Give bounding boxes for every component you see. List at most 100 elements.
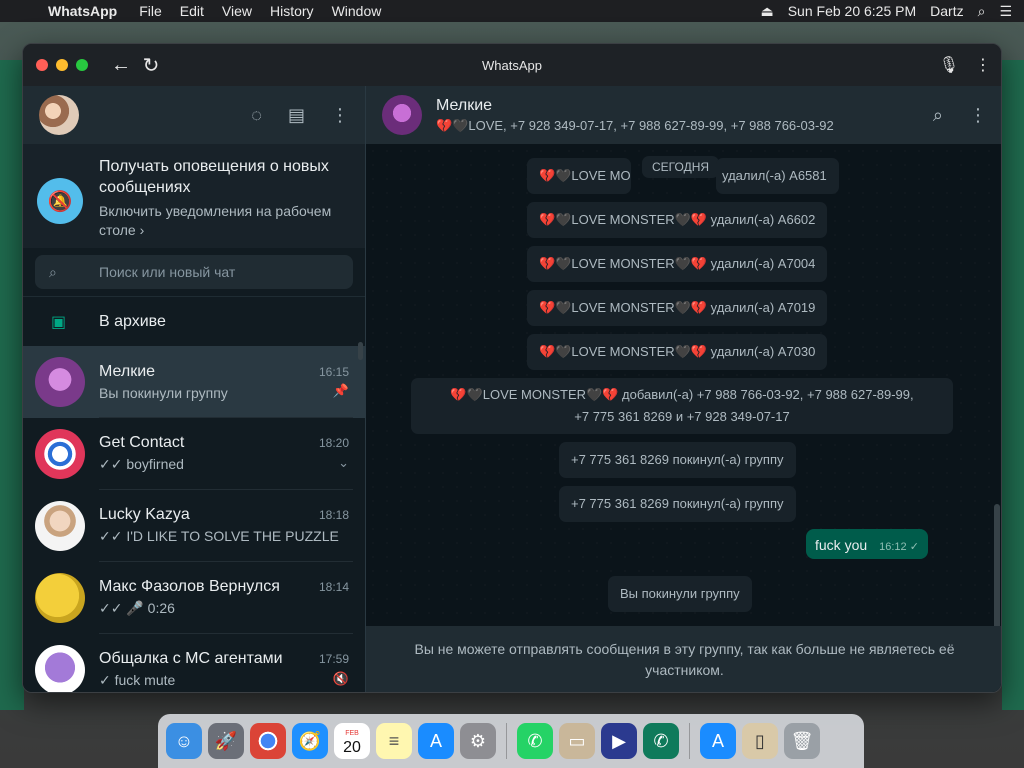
window-controls bbox=[36, 59, 88, 71]
search-messages-icon[interactable]: ⌕ bbox=[933, 105, 943, 126]
group-members: 💔🖤LOVE, +7 928 349-07-17, +7 988 627-89-… bbox=[436, 117, 834, 133]
enable-desktop-notifications-link[interactable]: Включить уведомления на рабочем столе › bbox=[99, 202, 351, 240]
calendar-icon[interactable]: FEB 20 bbox=[334, 723, 370, 759]
chat-avatar bbox=[35, 573, 85, 623]
chat-avatar bbox=[35, 645, 85, 692]
spotlight-search-icon[interactable]: ⌕ bbox=[978, 3, 986, 20]
archived-chats-row[interactable]: ▣ В архиве bbox=[23, 296, 365, 346]
menu-user[interactable]: Dartz bbox=[930, 3, 963, 19]
chat-preview: ✓✓ I'D LIKE TO SOLVE THE PUZZLE bbox=[99, 528, 339, 544]
chat-avatar bbox=[35, 357, 85, 407]
zoom-window-button[interactable] bbox=[76, 59, 88, 71]
notification-banner[interactable]: 🔕 Получать оповещения о новых сообщениях… bbox=[23, 144, 365, 248]
chrome-icon[interactable] bbox=[250, 723, 286, 759]
minimize-window-button[interactable] bbox=[56, 59, 68, 71]
chat-name: Lucky Kazya bbox=[99, 506, 190, 523]
chat-item-get-contact[interactable]: Get Contact 18:20 ✓✓ boyfirned ⌄ bbox=[23, 418, 365, 490]
chat-item-melkie[interactable]: Мелкие 16:15 Вы покинули группу 📌 bbox=[23, 346, 365, 418]
dock-separator bbox=[506, 723, 507, 759]
whatsapp-dock-icon[interactable]: ✆ bbox=[517, 723, 553, 759]
search-input[interactable] bbox=[99, 264, 299, 280]
desktop-window-edge-left bbox=[0, 60, 24, 710]
search-box: ⌕ bbox=[35, 255, 353, 289]
conversation-menu-icon[interactable]: ⋮ bbox=[969, 105, 987, 126]
reload-icon[interactable]: ↻ bbox=[136, 53, 166, 78]
system-message: 💔🖤LOVE MON bbox=[527, 158, 631, 194]
system-message-line: +7 775 361 8269 и +7 928 349-07-17 bbox=[574, 409, 790, 424]
menu-file[interactable]: File bbox=[139, 3, 162, 19]
chat-name: Макс Фазолов Вернулся bbox=[99, 578, 280, 595]
app-store-downloads-icon[interactable]: A bbox=[700, 723, 736, 759]
sidebar-menu-icon[interactable]: ⋮ bbox=[331, 105, 349, 126]
chat-item-maks-fazolov[interactable]: Макс Фазолов Вернулся 18:14 ✓✓ 🎤 0:26 bbox=[23, 562, 365, 634]
chat-preview: ✓ fuck mute bbox=[99, 672, 176, 688]
chat-time: 17:59 bbox=[318, 652, 349, 666]
menu-view[interactable]: View bbox=[222, 3, 252, 19]
sidebar-scrollbar[interactable] bbox=[358, 342, 363, 360]
finder-icon[interactable]: ☺ bbox=[166, 723, 202, 759]
more-menu-icon[interactable]: ⋮ bbox=[975, 55, 991, 75]
conversation-scrollbar[interactable] bbox=[994, 504, 1000, 626]
muted-bell-icon: 🔕 bbox=[37, 178, 83, 224]
outgoing-message-text: fuck you bbox=[815, 537, 868, 553]
search-bar: ⌕ bbox=[23, 248, 365, 296]
chat-time: 18:14 bbox=[318, 580, 349, 594]
group-avatar[interactable] bbox=[382, 95, 422, 135]
menu-app-name[interactable]: WhatsApp bbox=[48, 3, 117, 19]
chat-preview: Вы покинули группу bbox=[99, 384, 228, 401]
muted-icon: 🔇 bbox=[332, 670, 349, 686]
outgoing-message[interactable]: fuck you 16:12 ✓ bbox=[806, 529, 928, 559]
control-center-icon[interactable]: ☰ bbox=[999, 3, 1012, 20]
chat-item-body: Макс Фазолов Вернулся 18:14 ✓✓ 🎤 0:26 bbox=[99, 562, 353, 634]
launchpad-icon[interactable]: 🚀 bbox=[208, 723, 244, 759]
system-preferences-icon[interactable]: ⚙ bbox=[460, 723, 496, 759]
chat-name: Get Contact bbox=[99, 434, 185, 451]
menu-history[interactable]: History bbox=[270, 3, 314, 19]
whatsapp-desktop-icon[interactable]: ✆ bbox=[643, 723, 679, 759]
new-chat-icon[interactable]: ▤ bbox=[288, 105, 305, 126]
profile-avatar[interactable] bbox=[39, 95, 79, 135]
message-area: 💔🖤LOVE MON СЕГОДНЯ удалил(-а) A6581 💔🖤LO… bbox=[366, 144, 1001, 626]
chat-item-body: Lucky Kazya 18:18 ✓✓ I'D LIKE TO SOLVE TH… bbox=[99, 490, 353, 562]
system-message: 💔🖤LOVE MONSTER🖤💔 удалил(-а) A7030 bbox=[527, 334, 828, 370]
notes-icon[interactable]: ≡ bbox=[376, 723, 412, 759]
chat-preview: ✓✓ 🎤 0:26 bbox=[99, 600, 175, 616]
conversation-title: Мелкие 💔🖤LOVE, +7 928 349-07-17, +7 988 … bbox=[436, 97, 834, 134]
preview-icon[interactable]: ▭ bbox=[559, 723, 595, 759]
dock-separator bbox=[689, 723, 690, 759]
chat-item-lucky-kazya[interactable]: Lucky Kazya 18:18 ✓✓ I'D LIKE TO SOLVE TH… bbox=[23, 490, 365, 562]
window-titlebar: ← ↻ WhatsApp 🎙 ⋮ bbox=[23, 44, 1001, 86]
titlebar-right: 🎙 ⋮ bbox=[939, 55, 991, 75]
back-arrow-icon[interactable]: ← bbox=[106, 54, 136, 77]
eject-icon[interactable]: ⏏ bbox=[760, 3, 773, 20]
chat-item-obshchalka[interactable]: Общалка с МС агентами 17:59 ✓ fuck mute 🔇 bbox=[23, 634, 365, 692]
app-store-icon[interactable]: A bbox=[418, 723, 454, 759]
chat-time: 16:15 bbox=[318, 364, 349, 379]
calendar-day: 20 bbox=[343, 739, 361, 756]
system-message: 💔🖤LOVE MONSTER🖤💔 удалил(-а) A6602 bbox=[527, 202, 828, 238]
search-icon: ⌕ bbox=[49, 263, 57, 280]
macos-menu-bar: WhatsApp File Edit View History Window ⏏… bbox=[0, 0, 1024, 22]
chevron-down-icon[interactable]: ⌄ bbox=[338, 455, 349, 471]
menu-window[interactable]: Window bbox=[332, 3, 382, 19]
status-icon[interactable]: ◌ bbox=[251, 105, 262, 126]
conversation-header[interactable]: Мелкие 💔🖤LOVE, +7 928 349-07-17, +7 988 … bbox=[366, 86, 1001, 144]
microphone-icon[interactable]: 🎙 bbox=[939, 55, 959, 75]
group-name: Мелкие bbox=[436, 96, 493, 114]
menu-datetime[interactable]: Sun Feb 20 6:25 PM bbox=[788, 3, 916, 19]
notification-text: Получать оповещения о новых сообщениях В… bbox=[99, 156, 351, 240]
close-window-button[interactable] bbox=[36, 59, 48, 71]
quicktime-icon[interactable]: ▶ bbox=[601, 723, 637, 759]
chat-item-body: Get Contact 18:20 ✓✓ boyfirned ⌄ bbox=[99, 418, 353, 490]
safari-icon[interactable]: 🧭 bbox=[292, 723, 328, 759]
desktop-window-edge-right bbox=[1002, 60, 1024, 710]
system-message-line: 💔🖤LOVE MONSTER🖤💔 добавил(-а) +7 988 766-… bbox=[450, 387, 914, 402]
chat-item-body: Мелкие 16:15 Вы покинули группу 📌 bbox=[99, 346, 353, 418]
trash-icon[interactable]: 🗑 bbox=[784, 723, 820, 759]
menu-status-area: ⏏ Sun Feb 20 6:25 PM Dartz ⌕ ☰ bbox=[760, 3, 1024, 20]
conversation-header-icons: ⌕ ⋮ bbox=[933, 105, 987, 126]
chat-name: Общалка с МС агентами bbox=[99, 650, 283, 667]
system-message: +7 775 361 8269 покинул(-а) группу bbox=[559, 486, 796, 522]
menu-edit[interactable]: Edit bbox=[180, 3, 204, 19]
document-thumbnail-icon[interactable]: ▯ bbox=[742, 723, 778, 759]
